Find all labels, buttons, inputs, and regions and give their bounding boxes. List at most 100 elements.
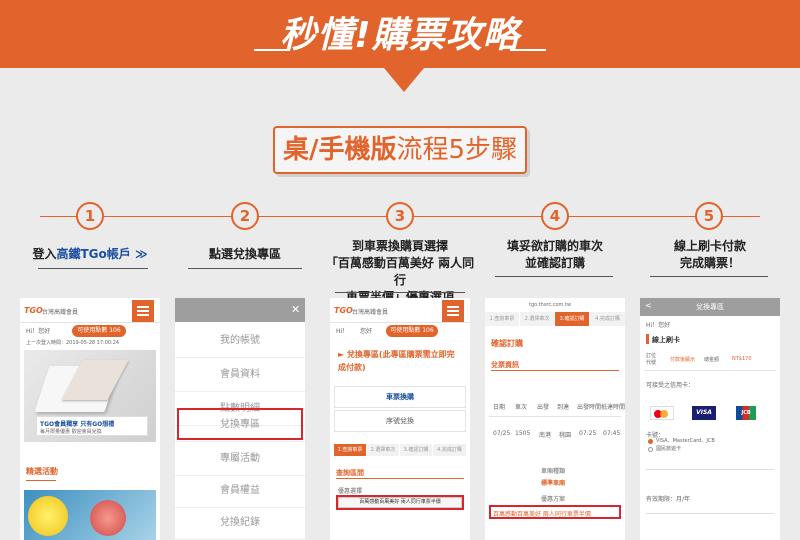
expiry-input[interactable] xyxy=(646,504,774,514)
last-login: 上一次登入時間：2019-05-28 17:00:24 xyxy=(26,340,120,346)
option-ticket-exchange-label: 車票換購 xyxy=(386,393,414,401)
step-tab-4[interactable]: 4.完成訂購 xyxy=(433,444,466,456)
hamburger-menu-icon[interactable] xyxy=(442,300,464,322)
phone-screenshot-3: TGO 台灣高鐵會員 Hi！ 您好 可使用點數 106 ► 兌換專區(此專區購票… xyxy=(330,298,470,540)
divider xyxy=(20,322,160,323)
step-2-number: 2 xyxy=(231,202,259,230)
headline: ► 兌換專區(此專區購票需立即完成付款) xyxy=(338,350,455,372)
phone-screenshot-2: ✕ 我的帳號 會員資料 點數明細 兌換專區 專屬活動 會員權益 兌換紀錄 xyxy=(175,298,305,540)
step-3-number: 3 xyxy=(386,202,414,230)
car-type-label: 車廂種類 xyxy=(541,468,566,475)
summary-divider xyxy=(644,370,776,371)
lemon-slice-image xyxy=(28,496,68,536)
option-serial-redeem-label: 序號兌換 xyxy=(386,417,414,425)
menu-item-benefits[interactable]: 會員權益 xyxy=(175,474,305,508)
col-depart-time: 出發時間 xyxy=(577,404,602,411)
confirm-title: 確認訂購 xyxy=(491,339,523,348)
online-payment-marker xyxy=(646,334,649,344)
menu-item-history[interactable]: 兌換紀錄 xyxy=(175,506,305,540)
points-badge[interactable]: 可使用點數 106 xyxy=(386,325,438,337)
option-serial-redeem[interactable]: 序號兌換 xyxy=(334,410,466,432)
step-1-pre: 登入 xyxy=(32,247,57,261)
menu-item-events[interactable]: 專屬活動 xyxy=(175,442,305,476)
drink-glass-image xyxy=(90,500,126,536)
step-4-line1: 填妥欲訂購的車次 xyxy=(506,239,603,253)
card-hint: 可接受之信用卡： xyxy=(646,382,695,389)
menu-header xyxy=(175,298,305,322)
tgo-logo: TGO xyxy=(334,306,353,315)
jcb-icon: JCB xyxy=(736,406,756,420)
cell-train: 1505 xyxy=(515,430,531,437)
col-date: 日期 xyxy=(493,404,506,411)
promo-divider xyxy=(26,480,56,481)
greeting: Hi！ xyxy=(336,328,349,335)
step-tab-3[interactable]: 3.確認訂購 xyxy=(555,312,589,326)
brand-name: 台灣高鐵會員 xyxy=(352,309,389,316)
step-tab-3[interactable]: 3.確認訂購 xyxy=(400,444,432,456)
hello: 您好 xyxy=(360,328,373,335)
url-bar: tgo.thsrc.com.tw xyxy=(529,302,572,308)
payment-header: < 兌換專區 xyxy=(640,298,780,316)
col-arrive-time: 抵達時間 xyxy=(601,404,625,411)
step-4-number: 4 xyxy=(541,202,569,230)
promo-food-image[interactable] xyxy=(24,490,156,540)
subtitle-bold: 桌/手機版 xyxy=(282,135,397,165)
card-type-radio-2[interactable] xyxy=(648,447,653,452)
promo-banner-image[interactable]: TGO會員獨享 只有GO想禮 每月限量優惠 歡迎會員兌換 xyxy=(24,350,156,442)
menu-item-account[interactable]: 我的帳號 xyxy=(175,324,305,358)
hamburger-menu-icon[interactable] xyxy=(132,300,154,322)
tgo-account-link[interactable]: 高鐵TGo帳戶 xyxy=(56,247,130,261)
total-amount: NT$170 xyxy=(732,356,752,362)
card-number-input[interactable] xyxy=(646,460,774,470)
highlight-plan xyxy=(489,505,621,519)
close-icon[interactable]: ✕ xyxy=(291,303,300,316)
banner-title: 秒懂!購票攻略 xyxy=(280,15,520,56)
expiry-label: 有效期限：月/年 xyxy=(646,496,691,503)
phone-screenshot-4: tgo.thsrc.com.tw 1.查詢車票 2.選擇車次 3.確認訂購 4.… xyxy=(485,298,625,540)
cell-arrive-time: 07:45 xyxy=(603,430,621,437)
highlight-redeem xyxy=(177,408,303,440)
booking-code-value: 付款後顯示 xyxy=(670,357,696,363)
cell-arrive: 桃園 xyxy=(559,432,572,439)
cell-date: 07/25 xyxy=(493,430,511,437)
payment-header-title: 兌換專區 xyxy=(696,303,724,311)
greeting: Hi！您好 xyxy=(26,328,51,335)
step-3-line2: 「百萬感動百萬美好 兩人同行 xyxy=(325,256,475,287)
points-badge[interactable]: 可使用點數 106 xyxy=(72,325,126,337)
double-arrow-icon: ≫ xyxy=(134,247,148,261)
step-4-underline xyxy=(495,276,613,277)
step-tab-1[interactable]: 1.查詢車票 xyxy=(334,444,366,456)
highlight-discount-option xyxy=(336,495,464,510)
step-4-text: 填妥欲訂購的車次 並確認訂購 xyxy=(480,238,630,272)
tgo-logo: TGO xyxy=(24,306,43,315)
divider xyxy=(330,322,470,323)
greeting: Hi！您好 xyxy=(646,322,671,329)
col-train: 車次 xyxy=(515,404,528,411)
step-2-line1: 點選兌換專區 xyxy=(208,247,281,261)
banner-caption-sub: 每月限量優惠 歡迎會員兌換 xyxy=(40,429,102,435)
cell-depart: 南港 xyxy=(539,432,552,439)
plan-label: 優惠方案 xyxy=(541,496,566,503)
brand-name: 台灣高鐵會員 xyxy=(42,309,79,316)
visa-icon: VISA xyxy=(692,406,716,420)
step-3-underline xyxy=(335,292,465,293)
subtitle-light: 流程5步驟 xyxy=(396,135,518,165)
step-1-underline xyxy=(38,268,148,269)
option-ticket-exchange[interactable]: 車票換購 xyxy=(334,386,466,408)
menu-item-profile[interactable]: 會員資料 xyxy=(175,358,305,392)
card-type-option-1: VISA、MasterCard、JCB xyxy=(656,438,715,444)
step-tab-2[interactable]: 2.選擇車次 xyxy=(367,444,399,456)
subtitle-box: 桌/手機版流程5步驟 xyxy=(273,126,527,174)
card-type-radio-1[interactable] xyxy=(648,439,653,444)
top-banner: 秒懂!購票攻略 xyxy=(0,0,800,68)
ticket-info-section: 兌票資訊 xyxy=(491,361,519,369)
step-3-line1: 到車票換購頁選擇 xyxy=(351,239,448,253)
step-tab-4[interactable]: 4.完成訂購 xyxy=(590,312,625,326)
online-payment-title: 線上刷卡 xyxy=(652,336,680,344)
phone-screenshot-1: TGO 台灣高鐵會員 Hi！您好 可使用點數 106 上一次登入時間：2019-… xyxy=(20,298,160,540)
card-type-option-2: 國民旅遊卡 xyxy=(656,446,682,452)
banner-caption-title: TGO會員獨享 只有GO想禮 xyxy=(40,421,115,428)
phone-screenshot-5: < 兌換專區 Hi！您好 線上刷卡 訂位代號 付款後顯示 總金額 NT$170 … xyxy=(640,298,780,540)
step-tab-2[interactable]: 2.選擇車次 xyxy=(520,312,554,326)
step-tab-1[interactable]: 1.查詢車票 xyxy=(485,312,519,326)
